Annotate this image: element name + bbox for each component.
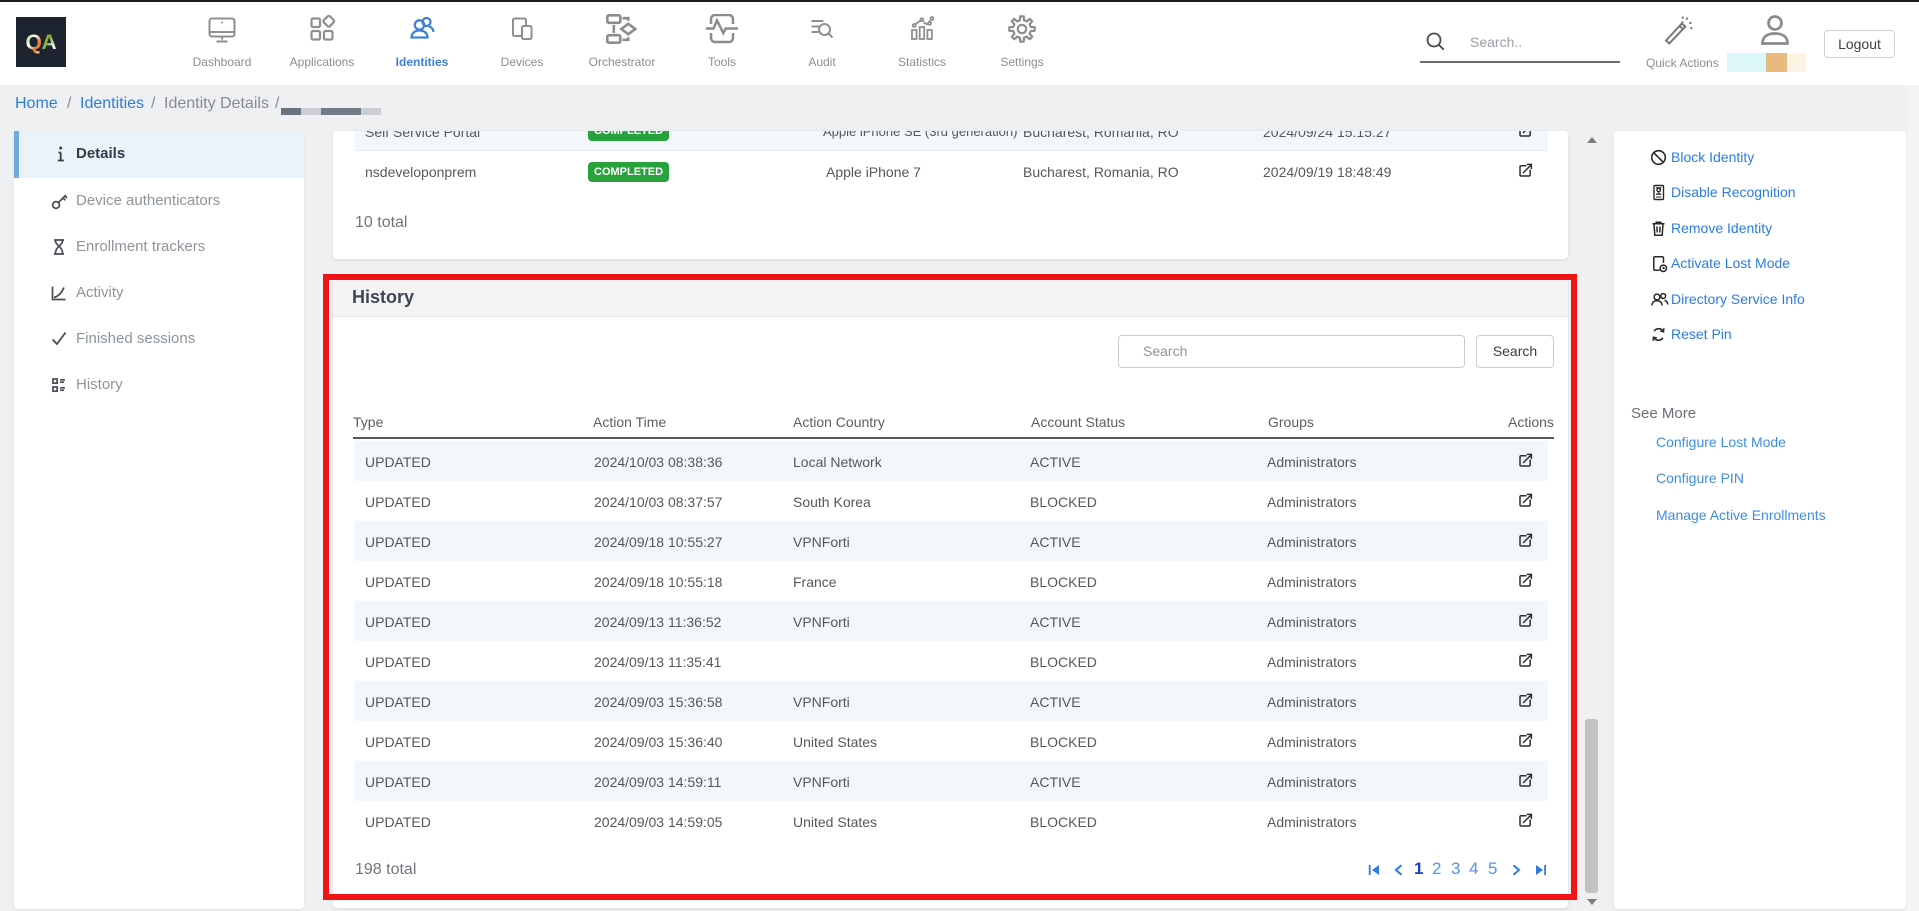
svg-text:A: A (42, 31, 57, 54)
svg-text:Q: Q (26, 31, 42, 54)
